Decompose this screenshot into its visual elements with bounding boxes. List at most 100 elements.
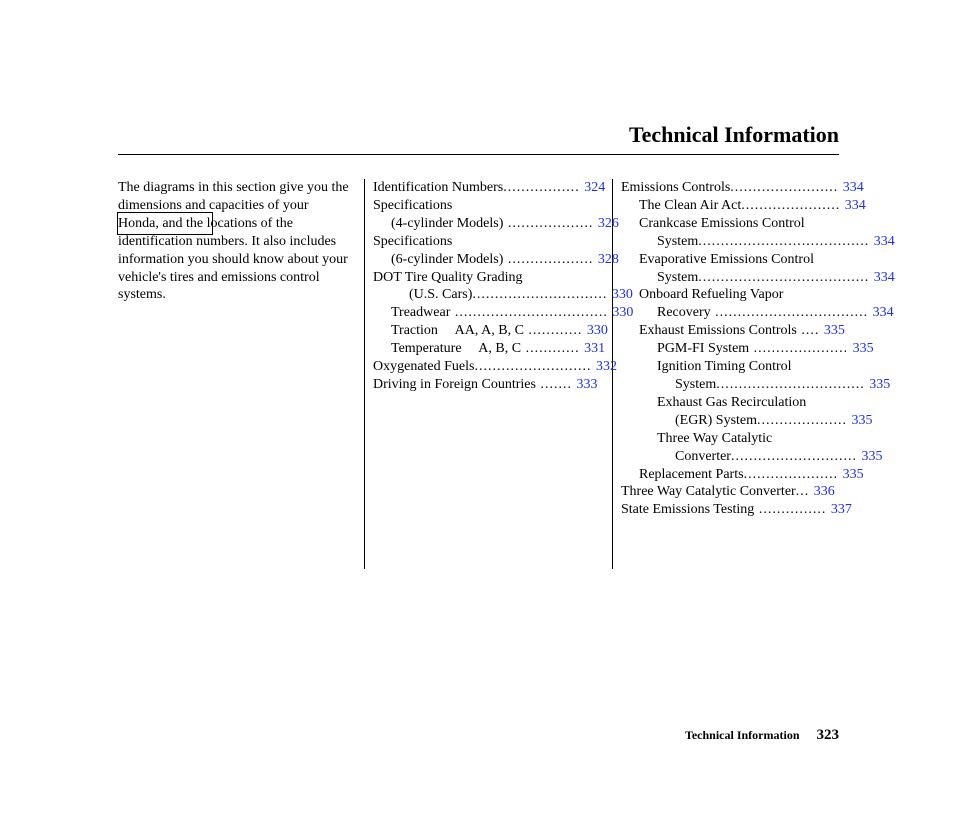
toc-entry: System..................................… <box>621 269 839 287</box>
toc-page-link[interactable]: 330 <box>587 323 608 338</box>
toc-label: Emissions Controls <box>621 180 730 195</box>
toc-sublabel: AA, A, B, C <box>455 323 524 338</box>
toc-dots: ............... <box>754 502 831 517</box>
intro-text: The diagrams in this section give you th… <box>118 179 352 304</box>
toc-entry: Treadwear ..............................… <box>373 304 602 322</box>
toc-entry: (4-cylinder Models) ................... … <box>373 215 602 233</box>
toc-label: Evaporative Emissions Control <box>639 252 814 267</box>
toc-label: Traction <box>391 323 438 338</box>
toc-label: System <box>675 377 716 392</box>
toc-sublabel: A, B, C <box>478 341 521 356</box>
toc-entry: Three Way Catalytic Converter... 336 <box>621 483 839 501</box>
footer-page-number: 323 <box>817 727 840 743</box>
toc-entry: (6-cylinder Models) ................... … <box>373 251 602 269</box>
toc-dots: .... <box>797 323 824 338</box>
toc-entry: Identification Numbers................. … <box>373 179 602 197</box>
toc-dots: ...................................... <box>698 234 874 249</box>
toc-dots: ...................... <box>741 198 845 213</box>
toc-page-link[interactable]: 331 <box>584 341 605 356</box>
toc-column-2: Emissions Controls......................… <box>613 179 839 569</box>
toc-label: Recovery <box>657 305 711 320</box>
intro-column: The diagrams in this section give you th… <box>118 179 364 569</box>
toc-label: Exhaust Emissions Controls <box>639 323 797 338</box>
toc-entry: System................................. … <box>621 376 839 394</box>
toc-column-1: Identification Numbers................. … <box>365 179 612 569</box>
toc-entry: Emissions Controls......................… <box>621 179 839 197</box>
toc-label: Specifications <box>373 234 452 249</box>
toc-page-link[interactable]: 335 <box>852 413 873 428</box>
toc-dots: .................................. <box>711 305 873 320</box>
toc-label: Temperature <box>391 341 462 356</box>
toc-dots: .......................... <box>474 359 596 374</box>
toc-label: (4-cylinder Models) <box>391 216 503 231</box>
toc-label: (6-cylinder Models) <box>391 252 503 267</box>
toc-entry: Onboard Refueling Vapor <box>621 286 839 304</box>
toc-dots: ... <box>796 484 814 499</box>
toc-label: Treadwear <box>391 305 450 320</box>
toc-dots: .................... <box>757 413 852 428</box>
toc-page-link[interactable]: 334 <box>845 198 866 213</box>
toc-page-link[interactable]: 335 <box>853 341 874 356</box>
toc-page-link[interactable]: 334 <box>874 270 895 285</box>
toc-dots: ............ <box>524 323 587 338</box>
toc-page-link[interactable]: 333 <box>576 377 597 392</box>
toc-entry: Ignition Timing Control <box>621 358 839 376</box>
toc-page-link[interactable]: 335 <box>824 323 845 338</box>
toc-entry: Evaporative Emissions Control <box>621 251 839 269</box>
toc-page-link[interactable]: 324 <box>584 180 605 195</box>
toc-label: State Emissions Testing <box>621 502 754 517</box>
toc-label: Identification Numbers <box>373 180 503 195</box>
toc-label: (U.S. Cars) <box>409 287 472 302</box>
toc-page-link[interactable]: 334 <box>874 234 895 249</box>
toc-dots: ..................... <box>749 341 853 356</box>
toc-entry: Traction AA, A, B, C ............ 330 <box>373 322 602 340</box>
toc-label: Specifications <box>373 198 452 213</box>
toc-dots: ............ <box>521 341 584 356</box>
page-title: Technical Information <box>629 122 839 147</box>
toc-entry: State Emissions Testing ............... … <box>621 501 839 519</box>
toc-label: Three Way Catalytic Converter <box>621 484 796 499</box>
toc-entry: DOT Tire Quality Grading <box>373 269 602 287</box>
toc-entry: Exhaust Gas Recirculation <box>621 394 839 412</box>
toc-entry: Replacement Parts..................... 3… <box>621 466 839 484</box>
toc-entry: (EGR) System.................... 335 <box>621 412 839 430</box>
content-columns: The diagrams in this section give you th… <box>118 179 839 569</box>
toc-label: Exhaust Gas Recirculation <box>657 395 806 410</box>
toc-entry: Specifications <box>373 197 602 215</box>
toc-label: Crankcase Emissions Control <box>639 216 805 231</box>
toc-dots: ............................ <box>731 449 862 464</box>
toc-dots: ................... <box>503 216 598 231</box>
toc-page-link[interactable]: 334 <box>873 305 894 320</box>
toc-dots: ................................. <box>716 377 869 392</box>
toc-label: Driving in Foreign Countries <box>373 377 536 392</box>
toc-entry: Recovery ...............................… <box>621 304 839 322</box>
toc-page-link[interactable]: 335 <box>869 377 890 392</box>
toc-dots: ........................ <box>730 180 843 195</box>
toc-entry: Specifications <box>373 233 602 251</box>
toc-entry: System..................................… <box>621 233 839 251</box>
toc-entry: Crankcase Emissions Control <box>621 215 839 233</box>
toc-page-link[interactable]: 335 <box>861 449 882 464</box>
toc-label: (EGR) System <box>675 413 757 428</box>
toc-page-link[interactable]: 336 <box>814 484 835 499</box>
toc-page-link[interactable]: 334 <box>843 180 864 195</box>
toc-page-link[interactable]: 335 <box>843 467 864 482</box>
toc-label: DOT Tire Quality Grading <box>373 270 522 285</box>
page-footer: Technical Information 323 <box>685 727 839 744</box>
toc-entry: Oxygenated Fuels........................… <box>373 358 602 376</box>
toc-label: Oxygenated Fuels <box>373 359 474 374</box>
toc-label: The Clean Air Act <box>639 198 741 213</box>
toc-dots: .............................. <box>472 287 612 302</box>
toc-label: Three Way Catalytic <box>657 431 772 446</box>
toc-entry: (U.S. Cars).............................… <box>373 286 602 304</box>
toc-page-link[interactable]: 337 <box>831 502 852 517</box>
toc-label: System <box>657 270 698 285</box>
toc-entry: Converter............................ 33… <box>621 448 839 466</box>
toc-label: Converter <box>675 449 731 464</box>
toc-entry: PGM-FI System ..................... 335 <box>621 340 839 358</box>
toc-label: Ignition Timing Control <box>657 359 792 374</box>
toc-entry: Three Way Catalytic <box>621 430 839 448</box>
toc-entry: Exhaust Emissions Controls .... 335 <box>621 322 839 340</box>
page-body: Technical Information The diagrams in th… <box>0 122 954 569</box>
toc-dots: ...................................... <box>698 270 874 285</box>
